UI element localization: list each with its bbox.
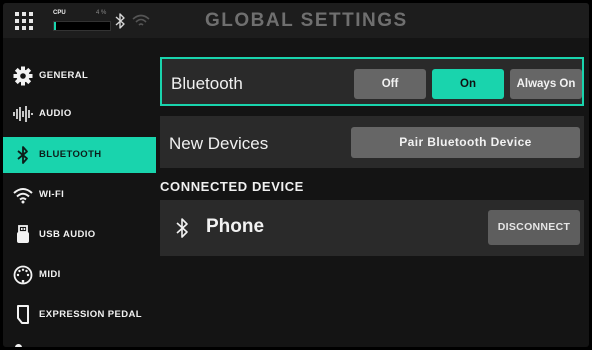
- pair-bluetooth-device-button[interactable]: Pair Bluetooth Device: [351, 127, 580, 158]
- cpu-percent: 4 %: [96, 10, 107, 16]
- connected-device-heading: CONNECTED DEVICE: [160, 179, 304, 194]
- sidebar-scroll-hint: [15, 344, 22, 347]
- disconnect-button[interactable]: DISCONNECT: [488, 210, 580, 245]
- sidebar: GENERAL AUDIO BLUETOOTH WI-FI USB AUDIO …: [3, 38, 156, 347]
- sidebar-item-general[interactable]: GENERAL: [3, 58, 156, 94]
- bluetooth-label: Bluetooth: [171, 74, 243, 93]
- bluetooth-icon: [17, 146, 28, 164]
- waveform-icon: [13, 106, 33, 122]
- wifi-icon: [132, 14, 150, 26]
- screen: CPU 4 % GLOBAL SETTINGS GENERAL AUDIO BL…: [3, 3, 589, 347]
- cpu-bar: [53, 21, 111, 31]
- wifi-icon: [13, 188, 33, 204]
- top-bar: CPU 4 % GLOBAL SETTINGS: [3, 3, 589, 38]
- midi-icon: [13, 265, 33, 285]
- sidebar-item-label: USB AUDIO: [39, 229, 96, 240]
- bluetooth-icon: [176, 218, 188, 238]
- expression-pedal-icon: [17, 305, 29, 324]
- sidebar-item-expression-pedal[interactable]: EXPRESSION PEDAL: [3, 297, 156, 333]
- usb-icon: [17, 225, 29, 243]
- bluetooth-off-button[interactable]: Off: [354, 69, 426, 99]
- sidebar-item-label: EXPRESSION PEDAL: [39, 309, 143, 320]
- sidebar-item-label: MIDI: [39, 269, 61, 280]
- sidebar-item-midi[interactable]: MIDI: [3, 257, 156, 293]
- gear-icon: [13, 66, 33, 86]
- bluetooth-always-on-button[interactable]: Always On: [510, 69, 582, 99]
- bluetooth-on-button[interactable]: On: [432, 69, 504, 99]
- device-name: Phone: [206, 216, 265, 237]
- sidebar-item-label: BLUETOOTH: [39, 149, 102, 160]
- sidebar-item-wifi[interactable]: WI-FI: [3, 177, 156, 213]
- new-devices-label: New Devices: [169, 134, 269, 153]
- connected-device-row: Phone DISCONNECT: [160, 200, 584, 256]
- sidebar-item-audio[interactable]: AUDIO: [3, 96, 156, 132]
- bluetooth-setting-row: Bluetooth Off On Always On: [160, 57, 584, 106]
- sidebar-item-label: AUDIO: [39, 108, 72, 119]
- page-title: GLOBAL SETTINGS: [205, 10, 408, 31]
- bluetooth-icon: [115, 13, 125, 29]
- cpu-label: CPU: [53, 10, 66, 16]
- sidebar-item-bluetooth[interactable]: BLUETOOTH: [3, 137, 156, 173]
- sidebar-item-label: WI-FI: [39, 189, 65, 200]
- sidebar-item-usb-audio[interactable]: USB AUDIO: [3, 217, 156, 253]
- sidebar-item-label: GENERAL: [39, 70, 89, 81]
- new-devices-row: New Devices Pair Bluetooth Device: [160, 116, 584, 168]
- grid-menu-icon[interactable]: [15, 12, 33, 30]
- cpu-bar-fill: [54, 22, 57, 30]
- cpu-meter: CPU 4 %: [49, 10, 111, 32]
